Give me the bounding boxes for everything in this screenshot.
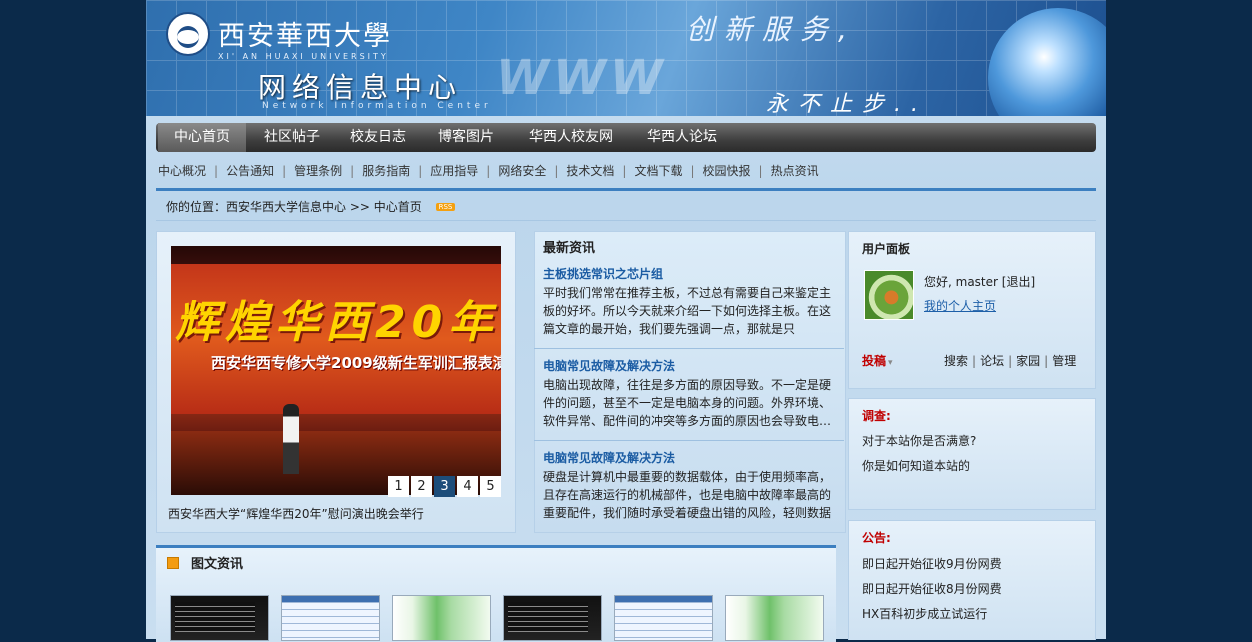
subnav-item-overview[interactable]: 中心概况: [158, 164, 206, 178]
subnav-item-downloads[interactable]: 文档下载: [634, 164, 682, 178]
nav-item-forum[interactable]: 华西人论坛: [632, 123, 732, 152]
notice-item[interactable]: 即日起开始征收9月份网费: [862, 555, 1002, 572]
subnav-item-app-guide[interactable]: 应用指导: [430, 164, 478, 178]
news-section-title: 最新资讯: [543, 241, 596, 256]
forum-link[interactable]: 论坛: [980, 354, 1004, 368]
chevron-down-icon: ▾: [888, 358, 893, 368]
nav-item-community-posts[interactable]: 社区帖子: [252, 123, 332, 152]
gallery-thumbnail[interactable]: [503, 595, 602, 641]
divider: [156, 188, 1096, 191]
rss-icon[interactable]: RSS: [435, 203, 456, 211]
post-button[interactable]: 投稿 ▾: [862, 352, 893, 369]
survey-item[interactable]: 你是如何知道本站的: [862, 457, 970, 474]
slideshow-image[interactable]: 辉煌华西20年 西安华西专修大学2009级新生军训汇报表演: [171, 246, 501, 495]
gallery-thumbnail[interactable]: [392, 595, 491, 641]
subnav-item-hot-news[interactable]: 热点资讯: [771, 164, 819, 178]
breadcrumb: 你的位置：西安华西大学信息中心 >> 中心首页 RSS: [166, 198, 456, 215]
breadcrumb-text: 你的位置：西安华西大学信息中心 >> 中心首页: [166, 200, 422, 214]
news-summary: 电脑出现故障，往往是多方面的原因导致。不一定是硬件的问题，甚至不一定是电脑本身的…: [543, 378, 832, 428]
subnav-item-network-security[interactable]: 网络安全: [498, 164, 546, 178]
nav-item-blog-photos[interactable]: 博客图片: [426, 123, 506, 152]
news-summary: 平时我们常常在推荐主板，不过总有需要自己来鉴定主板的好坏。所以今天就来介绍一下如…: [543, 286, 832, 336]
user-avatar[interactable]: [864, 270, 914, 320]
slide-page-3[interactable]: 3: [434, 476, 455, 497]
my-homepage-link[interactable]: 我的个人主页: [924, 297, 996, 314]
performer-figure: [283, 404, 299, 474]
notice-item[interactable]: 即日起开始征收8月份网费: [862, 580, 1002, 597]
post-button-label: 投稿: [862, 354, 887, 368]
news-headline[interactable]: 主板挑选常识之芯片组: [543, 264, 838, 284]
survey-item[interactable]: 对于本站你是否满意?: [862, 432, 976, 449]
survey-title: 调查:: [862, 409, 891, 423]
main-nav: 中心首页 社区帖子 校友日志 博客图片 华西人校友网 华西人论坛: [156, 123, 1096, 152]
divider: [156, 220, 1096, 221]
banner-www-decor: WWW: [496, 50, 667, 106]
page: WWW 西安華西大學 XI' AN HUAXI UNIVERSITY 网络信息中…: [146, 0, 1106, 642]
section-bullet-icon: [167, 557, 179, 569]
search-link[interactable]: 搜索: [944, 354, 968, 368]
site-title: 网络信息中心: [258, 71, 463, 104]
subnav-item-regulations[interactable]: 管理条例: [294, 164, 342, 178]
slide-subline: 西安华西专修大学2009级新生军训汇报表演: [211, 354, 501, 372]
sub-nav: 中心概况 | 公告通知 | 管理条例 | 服务指南 | 应用指导 | 网络安全 | 技术文档 | 文档下载 |…: [158, 164, 819, 178]
slide-headline: 辉煌华西20年: [175, 297, 499, 348]
user-panel-title: 用户面板: [862, 242, 911, 256]
university-logo-icon[interactable]: [166, 12, 210, 56]
news-item: 主板挑选常识之芯片组 平时我们常常在推荐主板，不过总有需要自己来鉴定主板的好坏。…: [543, 264, 838, 338]
subnav-item-notices[interactable]: 公告通知: [226, 164, 274, 178]
admin-link[interactable]: 管理: [1052, 354, 1076, 368]
news-summary: 硬盘是计算机中最重要的数据载体，由于使用频率高，且存在高速运行的机械部件，也是电…: [543, 470, 832, 520]
gallery-title: 图文资讯: [191, 557, 244, 572]
subnav-item-service-guide[interactable]: 服务指南: [362, 164, 410, 178]
news-item: 电脑常见故障及解决方法 硬盘是计算机中最重要的数据载体，由于使用频率高，且存在高…: [543, 448, 838, 522]
notice-item[interactable]: HX百科初步成立试运行: [862, 605, 987, 622]
slideshow-caption[interactable]: 西安华西大学“辉煌华西20年”慰问演出晚会举行: [168, 505, 424, 522]
gallery-thumbnail[interactable]: [170, 595, 269, 641]
nav-item-home[interactable]: 中心首页: [158, 123, 246, 152]
nav-item-alumni-logs[interactable]: 校友日志: [338, 123, 418, 152]
slide-page-1[interactable]: 1: [388, 476, 409, 497]
site-title-en: Network Information Center: [262, 101, 492, 111]
news-headline[interactable]: 电脑常见故障及解决方法: [543, 448, 838, 468]
slide-page-2[interactable]: 2: [411, 476, 432, 497]
slide-page-5[interactable]: 5: [480, 476, 501, 497]
slide-page-4[interactable]: 4: [457, 476, 478, 497]
slogan-line-2: 永不止步..: [766, 92, 928, 116]
gallery-thumbnail[interactable]: [281, 595, 380, 641]
university-name-en: XI' AN HUAXI UNIVERSITY: [218, 52, 389, 61]
nav-item-alumni-site[interactable]: 华西人校友网: [516, 123, 626, 152]
subnav-item-campus-news[interactable]: 校园快报: [703, 164, 751, 178]
gallery-thumbnail[interactable]: [725, 595, 824, 641]
gallery-thumbnail[interactable]: [614, 595, 713, 641]
slideshow-pager: 1 2 3 4 5: [386, 476, 501, 497]
user-greeting[interactable]: 您好, master [退出]: [924, 273, 1035, 290]
slogan-line-1: 创新服务,: [686, 13, 857, 46]
home-link[interactable]: 家园: [1016, 354, 1040, 368]
user-panel-links: 搜索 | 论坛 | 家园 | 管理: [944, 354, 1077, 368]
subnav-item-tech-docs[interactable]: 技术文档: [566, 164, 614, 178]
notice-title: 公告:: [862, 531, 891, 545]
news-headline[interactable]: 电脑常见故障及解决方法: [543, 356, 838, 376]
header-banner: WWW 西安華西大學 XI' AN HUAXI UNIVERSITY 网络信息中…: [146, 0, 1106, 116]
news-item: 电脑常见故障及解决方法 电脑出现故障，往往是多方面的原因导致。不一定是硬件的问题…: [543, 356, 838, 430]
university-name: 西安華西大學: [218, 21, 392, 52]
